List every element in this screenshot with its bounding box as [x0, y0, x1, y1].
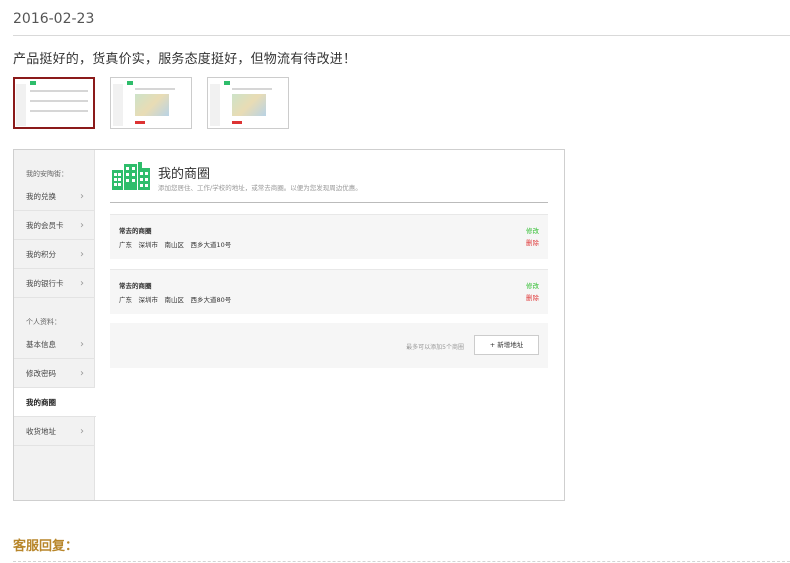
sidebar-item-label: 我的积分 — [26, 250, 56, 259]
sidebar-item-label: 我的兑换 — [26, 192, 56, 201]
thumbnail-map — [232, 94, 266, 116]
thumbnail-line — [30, 100, 88, 102]
chevron-right-icon: › — [80, 220, 84, 231]
sidebar-item-shipping-address[interactable]: 收货地址 › — [14, 417, 95, 446]
chevron-right-icon: › — [80, 339, 84, 350]
address-card: 常去的商圈 广东 深圳市 南山区 西乡大道10号 修改 删除 — [110, 214, 548, 259]
sidebar-section-label: 我的安陶街： — [26, 170, 68, 178]
sidebar-item-label: 我的银行卡 — [26, 279, 64, 288]
thumbnail-line — [232, 88, 272, 90]
thumbnail-line — [30, 110, 88, 112]
card-address: 广东 深圳市 南山区 西乡大道10号 — [119, 241, 232, 249]
sidebar-item-member-card[interactable]: 我的会员卡 › — [14, 211, 95, 240]
thumbnail-1[interactable] — [13, 77, 95, 129]
card-title: 常去的商圈 — [119, 227, 152, 235]
sidebar-item-points[interactable]: 我的积分 › — [14, 240, 95, 269]
thumbnail-button — [135, 121, 145, 124]
thumbnail-line — [30, 90, 88, 92]
card-title: 常去的商圈 — [119, 282, 152, 290]
thumbnail-line — [135, 88, 175, 90]
sidebar-section-label: 个人资料： — [26, 318, 61, 326]
thumbnail-3[interactable] — [207, 77, 289, 129]
sidebar-item-label: 我的商圈 — [26, 398, 56, 407]
sidebar-item-change-password[interactable]: 修改密码 › — [14, 359, 95, 388]
divider — [13, 35, 790, 36]
add-address-button[interactable]: + 新增地址 — [474, 335, 539, 355]
sidebar-item-label: 我的会员卡 — [26, 221, 64, 230]
chevron-right-icon: › — [80, 278, 84, 289]
chevron-right-icon: › — [80, 249, 84, 260]
review-text: 产品挺好的，货真价实，服务态度挺好，但物流有待改进！ — [13, 52, 357, 67]
edit-link[interactable]: 修改 — [526, 225, 539, 235]
thumbnail-sidebar — [113, 84, 123, 126]
sidebar-item-bank-card[interactable]: 我的银行卡 › — [14, 269, 95, 298]
sidebar-item-basic-info[interactable]: 基本信息 › — [14, 330, 95, 359]
delete-link[interactable]: 删除 — [526, 237, 539, 247]
sidebar-item-label: 基本信息 — [26, 340, 56, 349]
customer-service-reply-label: 客服回复： — [13, 539, 79, 554]
add-address-bar: 最多可以添加5个商圈 + 新增地址 — [110, 323, 548, 368]
address-card: 常去的商圈 广东 深圳市 南山区 西乡大道80号 修改 删除 — [110, 269, 548, 314]
edit-link[interactable]: 修改 — [526, 280, 539, 290]
enlarged-screenshot: 我的安陶街： 我的兑换 › 我的会员卡 › 我的积分 › 我的银行卡 › 个人资料： 基… — [13, 149, 565, 501]
page-title: 我的商圈 — [158, 167, 211, 182]
thumbnail-button — [232, 121, 242, 124]
divider — [13, 561, 790, 562]
sidebar-item-label: 修改密码 — [26, 369, 56, 378]
page-subtitle: 添加您居住、工作/学校的地址，或常去商圈。以便为您发现周边优惠。 — [158, 184, 362, 192]
thumbnail-logo — [30, 81, 36, 85]
chevron-right-icon: › — [80, 191, 84, 202]
thumbnail-map — [135, 94, 169, 116]
thumbnail-2[interactable] — [110, 77, 192, 129]
add-limit-hint: 最多可以添加5个商圈 — [406, 344, 464, 351]
sidebar-item-exchange[interactable]: 我的兑换 › — [14, 182, 95, 211]
main-panel: 我的商圈 添加您居住、工作/学校的地址，或常去商圈。以便为您发现周边优惠。 常去… — [110, 150, 550, 500]
thumbnail-logo — [224, 81, 230, 85]
chevron-right-icon: › — [80, 426, 84, 437]
thumbnail-sidebar — [16, 84, 26, 126]
thumbnail-logo — [127, 81, 133, 85]
review-date: 2016-02-23 — [13, 11, 95, 27]
sidebar: 我的安陶街： 我的兑换 › 我的会员卡 › 我的积分 › 我的银行卡 › 个人资料： 基… — [14, 150, 101, 500]
thumbnail-sidebar — [210, 84, 220, 126]
sidebar-item-label: 收货地址 — [26, 427, 56, 436]
active-pointer — [96, 397, 101, 407]
chevron-right-icon: › — [80, 368, 84, 379]
divider — [110, 202, 548, 203]
delete-link[interactable]: 删除 — [526, 292, 539, 302]
sidebar-item-my-shopping-area[interactable]: 我的商圈 — [14, 388, 101, 417]
building-icon — [112, 162, 150, 190]
card-address: 广东 深圳市 南山区 西乡大道80号 — [119, 296, 232, 304]
thumbnail-strip — [13, 77, 289, 129]
